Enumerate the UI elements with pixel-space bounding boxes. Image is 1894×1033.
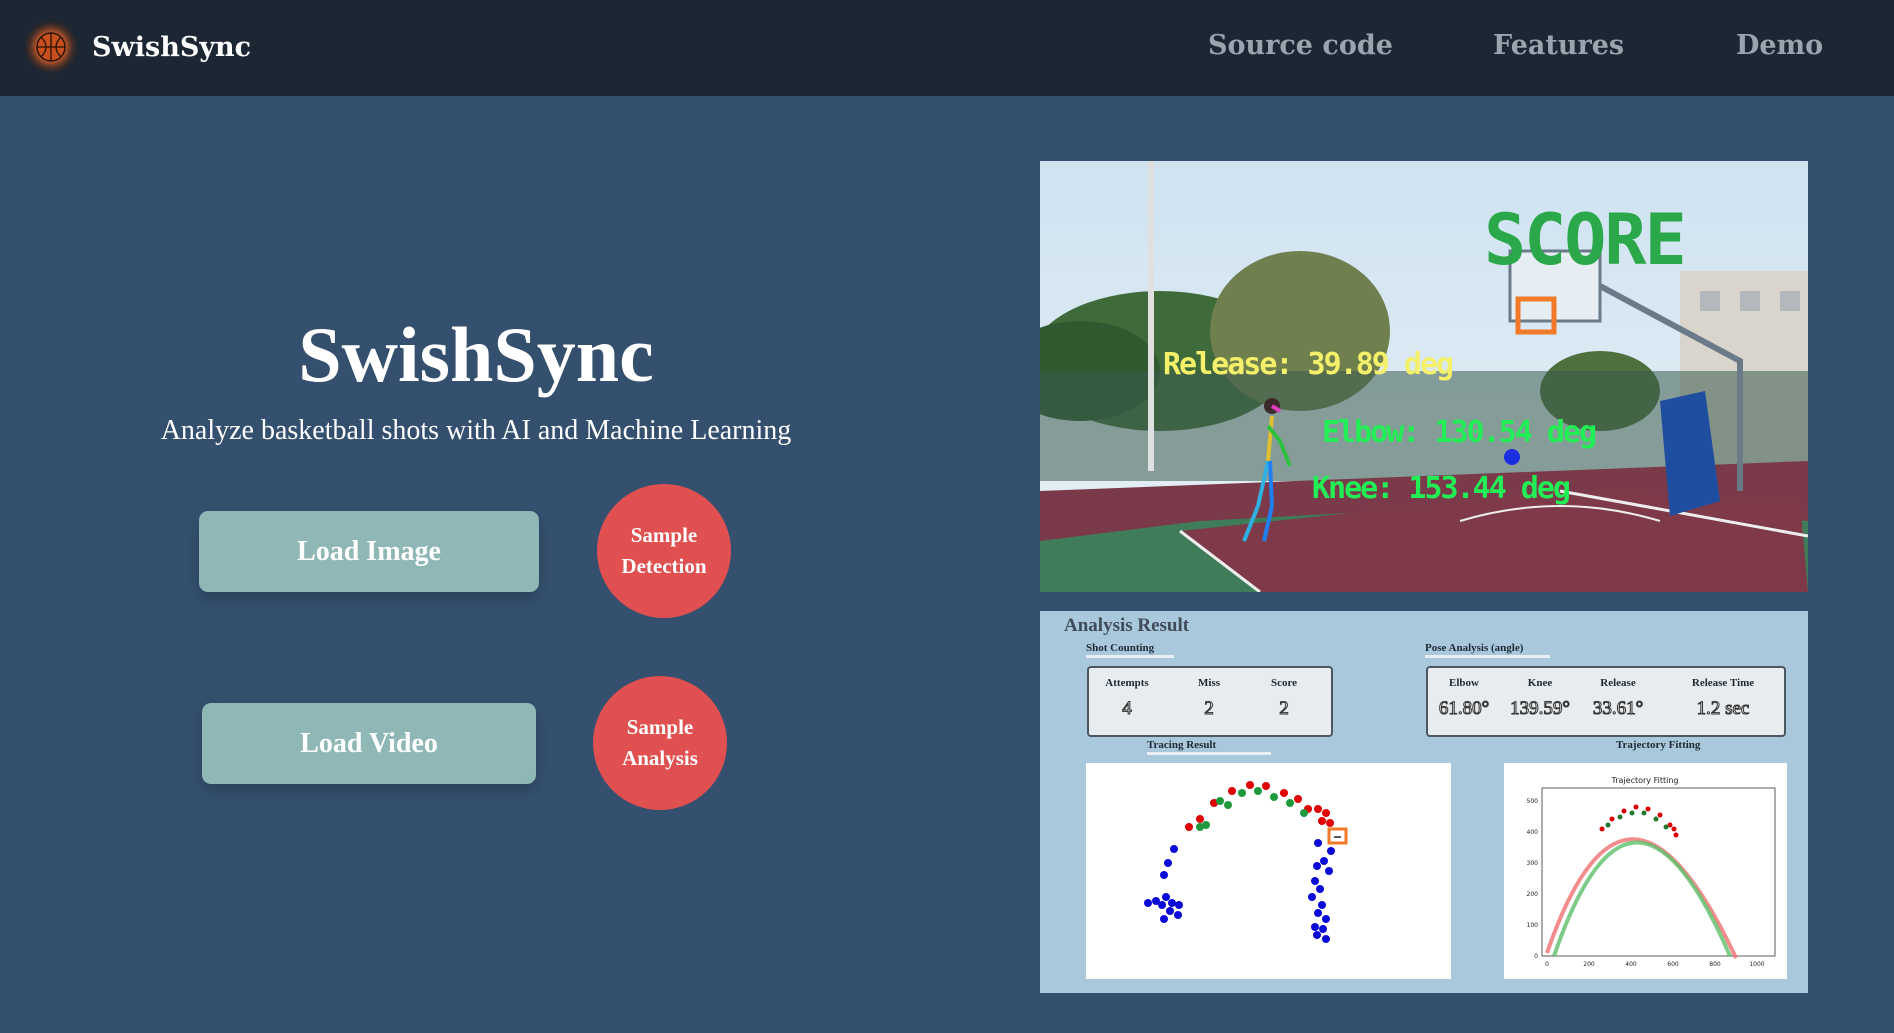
knee-value: 139.59° [1510, 698, 1571, 720]
fitting-chart-title: Trajectory Fitting [1611, 776, 1679, 785]
sample-analysis-line1: Sample [626, 715, 694, 739]
x-tick-400: 400 [1625, 961, 1637, 968]
x-tick-200: 200 [1583, 961, 1595, 968]
sample-detection-line2: Detection [621, 554, 707, 578]
hero-subtitle: Analyze basketball shots with AI and Mac… [160, 415, 792, 446]
x-tick-0: 0 [1545, 961, 1549, 968]
pose-analysis-label: Pose Analysis (angle) [1425, 642, 1524, 654]
load-image-button[interactable]: Load Image [199, 511, 539, 592]
attempts-header: Attempts [1105, 677, 1149, 689]
trajectory-fitting-chart: Trajectory Fitting 0 100 200 300 400 500… [1527, 776, 1776, 968]
nav-features-link[interactable]: Features [1493, 30, 1624, 61]
load-video-button[interactable]: Load Video [202, 703, 536, 784]
analysis-result-image: Analysis Result Shot Counting Pose Analy… [1040, 611, 1808, 993]
sample-detection-label: Sample Detection [621, 520, 706, 582]
sample-analysis-label: Sample Analysis [622, 712, 698, 774]
ball-marker [1504, 449, 1520, 465]
basketball-fire-logo-icon [23, 19, 79, 75]
release-angle-overlay: Release: 39.89 deg [1163, 347, 1454, 382]
attempts-value: 4 [1122, 698, 1133, 720]
x-tick-600: 600 [1667, 961, 1679, 968]
miss-value: 2 [1204, 698, 1215, 720]
shot-counting-box: Attempts Miss Score 4 2 2 [1087, 666, 1333, 737]
y-tick-200: 200 [1527, 891, 1539, 898]
y-tick-0: 0 [1534, 953, 1538, 960]
trajectory-fitting-plot: Trajectory Fitting 0 100 200 300 400 500… [1504, 763, 1787, 979]
release-value: 33.61° [1592, 698, 1644, 720]
nav-demo-link[interactable]: Demo [1736, 30, 1823, 61]
nav-source-code-link[interactable]: Source code [1208, 30, 1393, 61]
y-tick-500: 500 [1527, 798, 1539, 805]
sample-analysis-button[interactable]: Sample Analysis [593, 676, 727, 810]
elbow-value: 61.80° [1438, 698, 1490, 720]
score-value: 2 [1279, 698, 1290, 720]
elbow-angle-overlay: Elbow: 130.54 deg [1322, 415, 1597, 450]
score-header: Score [1270, 677, 1298, 689]
release-time-value: 1.2 sec [1696, 698, 1750, 720]
brand-name: SwishSync [92, 31, 252, 63]
pose-analysis-heading: Pose Analysis (angle) [1425, 642, 1550, 658]
fitting-label: Trajectory Fitting [1616, 739, 1701, 751]
hero-title: SwishSync [298, 311, 654, 398]
navbar: SwishSync Source code Features Demo [0, 0, 1894, 96]
miss-header: Miss [1198, 677, 1220, 689]
brand[interactable]: SwishSync [22, 18, 251, 76]
knee-header: Knee [1527, 677, 1553, 689]
tracing-heading: Tracing Result [1147, 739, 1271, 755]
tracing-result-plot [1086, 763, 1451, 979]
tracing-scatter [1144, 781, 1348, 943]
x-tick-1000: 1000 [1749, 961, 1764, 968]
fitting-heading: Trajectory Fitting [1616, 739, 1700, 751]
y-tick-300: 300 [1527, 860, 1539, 867]
sample-analysis-line2: Analysis [622, 746, 698, 770]
pose-analysis-box: Elbow Knee Release Release Time 61.80° 1… [1426, 666, 1786, 737]
tracing-label: Tracing Result [1147, 739, 1217, 751]
y-tick-100: 100 [1527, 922, 1539, 929]
knee-angle-overlay: Knee: 153.44 deg [1312, 471, 1571, 506]
analysis-title: Analysis Result [1064, 615, 1190, 636]
sample-detection-line1: Sample [630, 523, 698, 547]
sample-detection-button[interactable]: Sample Detection [597, 484, 731, 618]
y-tick-400: 400 [1527, 829, 1539, 836]
score-overlay: SCORE [1484, 199, 1687, 281]
release-header: Release [1600, 677, 1636, 689]
detection-preview-image: SCORE Release: 39.89 deg Elbow: 130.54 d… [1040, 161, 1808, 592]
shot-counting-heading: Shot Counting [1086, 642, 1174, 658]
release-time-header: Release Time [1691, 677, 1755, 689]
x-tick-800: 800 [1709, 961, 1721, 968]
elbow-header: Elbow [1449, 677, 1479, 689]
shot-counting-label: Shot Counting [1086, 642, 1155, 654]
